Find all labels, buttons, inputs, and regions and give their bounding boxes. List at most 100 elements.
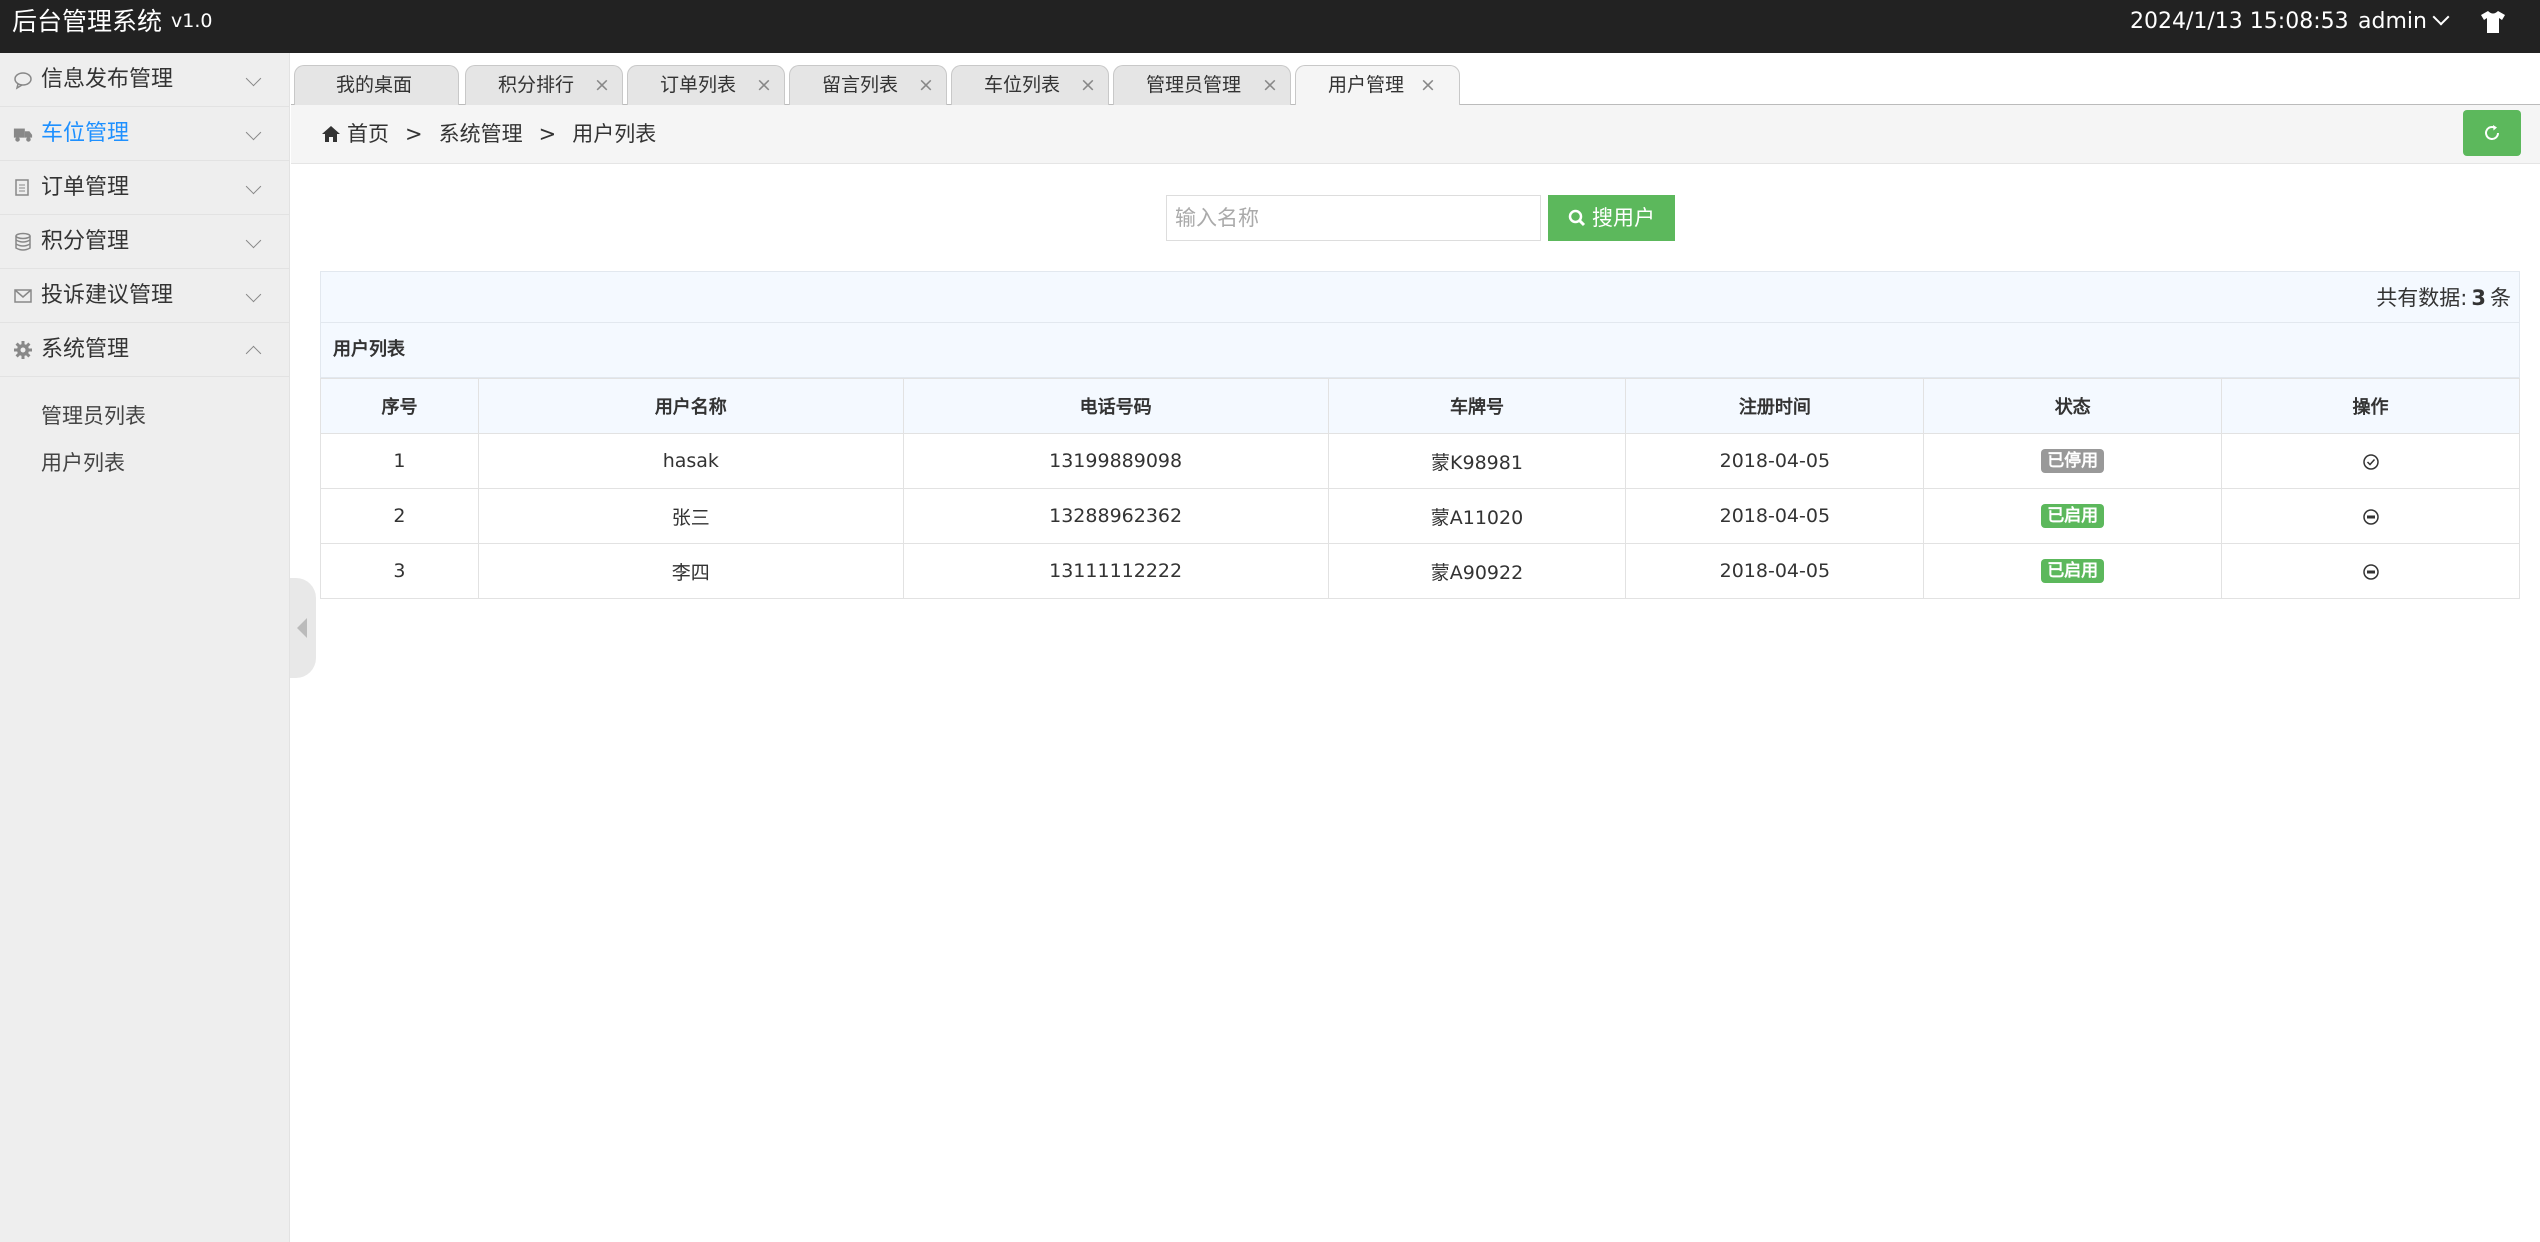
app-title[interactable]: 后台管理系统 <box>12 6 162 38</box>
chevron-down-icon <box>2432 8 2450 26</box>
sidebar-item-parking[interactable]: 车位管理 <box>0 107 290 161</box>
status-badge: 已启用 <box>2041 504 2105 528</box>
cell-phone: 13288962362 <box>902 488 1329 544</box>
cell-actions <box>2221 488 2520 544</box>
column-header: 电话号码 <box>902 378 1329 434</box>
caret-left-icon <box>297 618 307 638</box>
truck-icon <box>13 128 33 142</box>
tab-message-list[interactable]: 留言列表 × <box>789 65 947 105</box>
cell-id: 3 <box>320 543 479 599</box>
user-menu[interactable]: admin <box>2358 8 2450 36</box>
column-header: 车牌号 <box>1327 378 1627 434</box>
column-header: 状态 <box>1923 378 2223 434</box>
chevron-down-icon <box>245 178 262 195</box>
tab-points-ranking[interactable]: 积分排行 × <box>465 65 623 105</box>
cell-phone: 13199889098 <box>902 433 1329 489</box>
sidebar-item-info-publish[interactable]: 信息发布管理 <box>0 53 290 107</box>
database-icon <box>15 232 31 251</box>
tab-order-list[interactable]: 订单列表 × <box>627 65 785 105</box>
close-icon[interactable]: × <box>918 66 934 104</box>
sidebar-item-points[interactable]: 积分管理 <box>0 215 290 269</box>
cell-plate: 蒙A90922 <box>1327 543 1627 599</box>
tab-desktop[interactable]: 我的桌面 <box>294 65 459 105</box>
sidebar-item-label: 信息发布管理 <box>41 67 174 92</box>
sidebar-item-label: 车位管理 <box>41 121 130 146</box>
envelope-icon <box>14 289 32 303</box>
cell-id: 2 <box>320 488 479 544</box>
cell-plate: 蒙A11020 <box>1327 488 1627 544</box>
close-icon[interactable]: × <box>1080 66 1096 104</box>
breadcrumb-home[interactable]: 首页 <box>347 119 389 149</box>
disable-minus-icon[interactable] <box>2362 508 2380 526</box>
close-icon[interactable]: × <box>1262 66 1278 104</box>
close-icon[interactable]: × <box>756 66 772 104</box>
cell-name: 李四 <box>477 543 904 599</box>
enable-check-icon[interactable] <box>2362 453 2380 471</box>
top-header: 后台管理系统 v1.0 2024/1/13 15:08:53 admin <box>0 0 2540 53</box>
sidebar-item-orders[interactable]: 订单管理 <box>0 161 290 215</box>
chat-icon <box>14 72 32 90</box>
cell-id: 1 <box>320 433 479 489</box>
column-header: 注册时间 <box>1625 378 1925 434</box>
cell-status: 已启用 <box>1923 543 2223 599</box>
breadcrumb-bar: 首页 > 系统管理 > 用户列表 <box>291 105 2540 164</box>
tab-admin-management[interactable]: 管理员管理 × <box>1113 65 1291 105</box>
cell-actions <box>2221 433 2520 489</box>
close-icon[interactable]: × <box>1420 66 1436 104</box>
cell-phone: 13111112222 <box>902 543 1329 599</box>
refresh-icon <box>2485 125 2499 140</box>
column-header: 序号 <box>320 378 479 434</box>
cell-date: 2018-04-05 <box>1625 488 1925 544</box>
cell-plate: 蒙K98981 <box>1327 433 1627 489</box>
cell-status: 已启用 <box>1923 488 2223 544</box>
gear-icon <box>14 341 32 359</box>
breadcrumb-separator: > <box>405 122 423 146</box>
sidebar-item-label: 投诉建议管理 <box>41 283 174 308</box>
tab-user-management[interactable]: 用户管理 × <box>1295 65 1460 106</box>
cell-status: 已停用 <box>1923 433 2223 489</box>
home-icon <box>322 126 340 142</box>
breadcrumb: 首页 > 系统管理 > 用户列表 <box>321 119 656 149</box>
chevron-down-icon <box>245 124 262 141</box>
cell-date: 2018-04-05 <box>1625 543 1925 599</box>
table-row: 3 李四 13111112222 蒙A90922 2018-04-05 已启用 <box>320 543 2520 599</box>
breadcrumb-separator: > <box>538 122 557 146</box>
sidebar-subitem-user-list[interactable]: 用户列表 <box>41 448 125 478</box>
column-header: 操作 <box>2221 378 2520 434</box>
disable-minus-icon[interactable] <box>2362 563 2380 581</box>
tshirt-icon[interactable] <box>2479 10 2507 34</box>
search-user-button[interactable]: 搜用户 <box>1548 195 1675 241</box>
table-row: 2 张三 13288962362 蒙A11020 2018-04-05 已启用 <box>320 488 2520 544</box>
table-title: 用户列表 <box>320 323 2520 378</box>
breadcrumb-system[interactable]: 系统管理 <box>439 119 523 149</box>
cell-name: 张三 <box>477 488 904 544</box>
table-header-row: 序号 用户名称 电话号码 车牌号 注册时间 状态 操作 <box>320 378 2520 434</box>
chevron-down-icon <box>245 286 262 303</box>
sidebar-subitem-admin-list[interactable]: 管理员列表 <box>41 401 146 431</box>
chevron-up-icon <box>245 345 262 362</box>
user-table: 序号 用户名称 电话号码 车牌号 注册时间 状态 操作 1 hasak 1319… <box>320 378 2520 599</box>
status-badge: 已启用 <box>2041 559 2105 583</box>
close-icon[interactable]: × <box>594 66 610 104</box>
sidebar-item-label: 订单管理 <box>41 175 130 200</box>
table-row: 1 hasak 13199889098 蒙K98981 2018-04-05 已… <box>320 433 2520 489</box>
sidebar-item-complaints[interactable]: 投诉建议管理 <box>0 269 290 323</box>
status-badge: 已停用 <box>2041 449 2105 473</box>
search-input[interactable] <box>1166 195 1541 241</box>
tab-bar: 我的桌面 积分排行 × 订单列表 × 留言列表 × 车位列表 × 管理员管理 ×… <box>291 53 2540 106</box>
chevron-down-icon <box>245 70 262 87</box>
chevron-down-icon <box>245 232 262 249</box>
column-header: 用户名称 <box>477 378 904 434</box>
search-icon <box>1568 209 1586 227</box>
total-count: 共有数据: 3 条 <box>2376 286 2511 310</box>
sidebar: 信息发布管理 车位管理 订单管理 积分管理 投诉建议管理 系统管理 管理员列表 … <box>0 53 290 1242</box>
sidebar-item-system[interactable]: 系统管理 <box>0 323 290 377</box>
sidebar-collapse-handle[interactable] <box>290 578 316 678</box>
cell-actions <box>2221 543 2520 599</box>
refresh-button[interactable] <box>2463 110 2521 156</box>
file-icon <box>15 179 29 196</box>
current-datetime: 2024/1/13 15:08:53 <box>2130 9 2349 34</box>
user-name: admin <box>2358 9 2427 34</box>
tab-parking-list[interactable]: 车位列表 × <box>951 65 1109 105</box>
search-button-label: 搜用户 <box>1592 206 1655 230</box>
